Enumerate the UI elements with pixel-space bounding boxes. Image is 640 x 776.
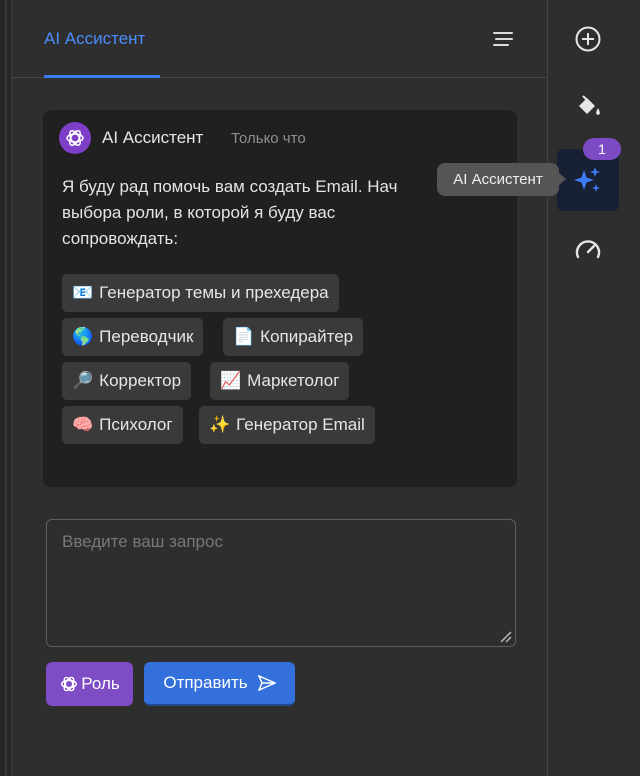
paint-bucket-icon — [579, 95, 600, 115]
assistant-panel: AI Ассистент AI Ассистент Только что Я б… — [12, 0, 547, 776]
message-text: Я буду рад помочь вам создать Email. Нач… — [62, 174, 462, 252]
chart-up-icon: 📈 — [220, 371, 242, 390]
role-chip-label: Генератор темы и прехедера — [99, 283, 329, 302]
tab-ai-assistant[interactable]: AI Ассистент — [44, 0, 145, 77]
role-chip-copywriter[interactable]: 📄 Копирайтер — [223, 318, 364, 356]
role-chip-psychologist[interactable]: 🧠 Психолог — [62, 406, 183, 444]
envelope-icon: 📧 — [72, 283, 94, 302]
role-chip-label: Корректор — [99, 371, 182, 390]
add-button[interactable] — [557, 8, 619, 70]
role-chip-label: Генератор Email — [236, 415, 365, 434]
styles-button[interactable] — [557, 76, 619, 138]
send-button[interactable]: Отправить — [144, 662, 295, 706]
role-chip-label: Маркетолог — [247, 371, 340, 390]
notification-badge: 1 — [583, 138, 621, 160]
page-icon: 📄 — [233, 327, 255, 346]
message-sender: AI Ассистент — [102, 128, 204, 147]
role-chip-translator[interactable]: 🌎 Переводчик — [62, 318, 204, 356]
sparkles-icon — [574, 167, 600, 192]
splitter-line[interactable] — [5, 0, 7, 776]
performance-button[interactable] — [557, 218, 619, 280]
role-chip-proofreader[interactable]: 🔎 Корректор — [62, 362, 192, 400]
role-chip-label: Психолог — [99, 415, 173, 434]
brain-icon: 🧠 — [72, 415, 94, 434]
sparkles-icon: ✨ — [209, 415, 231, 434]
right-sidebar — [547, 0, 640, 776]
message-time: Только что — [231, 130, 306, 147]
role-chip-label: Копирайтер — [260, 327, 354, 346]
role-chip-marketer[interactable]: 📈 Маркетолог — [210, 362, 350, 400]
menu-lines-icon[interactable] — [488, 26, 518, 52]
plus-circle-icon — [575, 26, 601, 52]
resize-grip-icon[interactable] — [498, 629, 512, 643]
prompt-input[interactable]: Введите ваш запрос — [46, 519, 516, 647]
openai-icon — [61, 676, 78, 692]
send-arrow-icon — [257, 675, 276, 691]
ai-assistant-tooltip: AI Ассистент — [437, 163, 566, 196]
role-button[interactable]: Роль — [46, 662, 133, 706]
openai-avatar-icon — [59, 122, 91, 154]
message-line: сопровождать: — [62, 229, 179, 248]
role-button-label: Роль — [81, 674, 120, 693]
role-chip-subject-generator[interactable]: 📧 Генератор темы и прехедера — [62, 274, 339, 312]
prompt-placeholder: Введите ваш запрос — [62, 532, 223, 551]
message-line: Я буду рад помочь вам создать Email. Нач — [62, 177, 398, 196]
role-chip-email-generator[interactable]: ✨ Генератор Email — [199, 406, 375, 444]
role-chip-label: Переводчик — [99, 327, 194, 346]
speedometer-icon — [575, 240, 601, 259]
send-button-label: Отправить — [163, 673, 248, 692]
message-line: выбора роли, в которой я буду вас — [62, 203, 336, 222]
left-edge-strip — [0, 0, 12, 776]
panel-header: AI Ассистент — [12, 0, 547, 78]
globe-icon: 🌎 — [72, 327, 94, 346]
magnifier-icon: 🔎 — [72, 371, 94, 390]
tab-active-indicator — [44, 75, 160, 78]
